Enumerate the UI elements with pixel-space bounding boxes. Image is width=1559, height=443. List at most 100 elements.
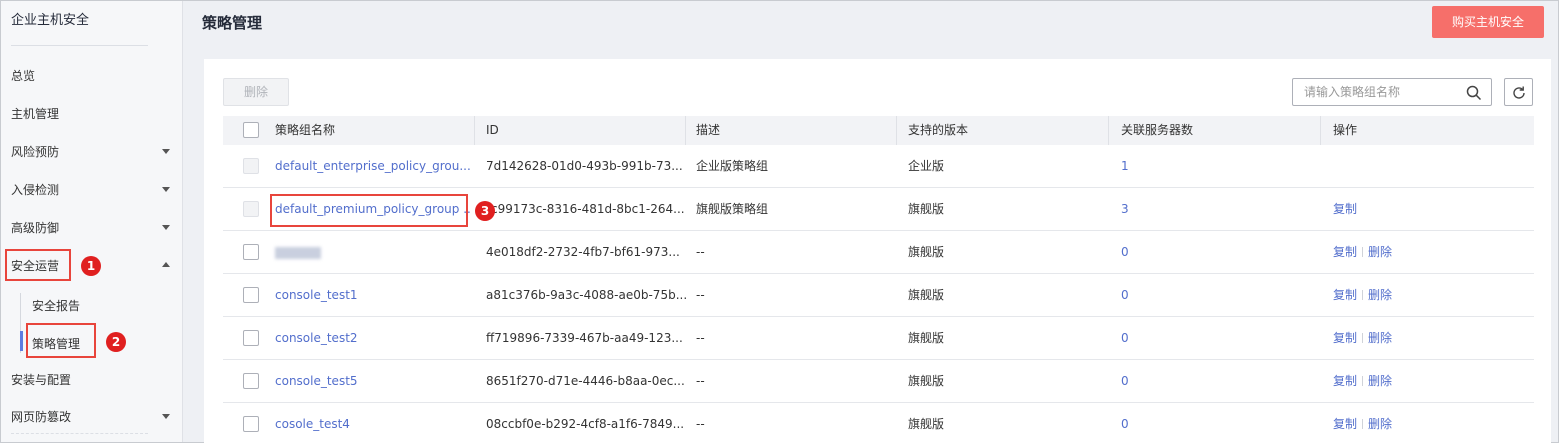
- column-divider: [685, 116, 686, 145]
- policy-id: 8651f270-d71e-4446-b8aa-0ec...: [486, 374, 685, 388]
- sidebar-item-label: 入侵检测: [11, 183, 60, 197]
- policy-id: 4e018df2-2732-4fb7-bf61-973...: [486, 245, 680, 259]
- column-divider: [1320, 116, 1321, 145]
- sidebar-item-label: 网页防篡改: [11, 410, 72, 424]
- server-count-link[interactable]: 0: [1121, 231, 1129, 274]
- sidebar-item-web-tamper-protection[interactable]: 网页防篡改: [11, 406, 176, 428]
- row-actions: 复制 删除: [1333, 274, 1392, 317]
- copy-link[interactable]: 复制: [1333, 331, 1357, 345]
- sidebar-item-advanced-defense[interactable]: 高级防御: [11, 217, 176, 239]
- sidebar-item-label: 总览: [11, 69, 36, 83]
- copy-link[interactable]: 复制: [1333, 288, 1357, 302]
- policy-description: --: [696, 374, 705, 388]
- buy-host-security-button[interactable]: 购买主机安全: [1432, 6, 1544, 38]
- server-count-link[interactable]: 0: [1121, 403, 1129, 443]
- delete-button[interactable]: 删除: [223, 78, 289, 106]
- table-row: default_enterprise_policy_grou... 7d1426…: [223, 145, 1534, 188]
- sidebar-item-host-management[interactable]: 主机管理: [11, 103, 176, 125]
- policy-version: 企业版: [908, 159, 945, 173]
- server-count-link[interactable]: 1: [1121, 145, 1129, 188]
- action-divider: [1362, 290, 1364, 300]
- policy-id: 7d142628-01d0-493b-991b-73...: [486, 159, 683, 173]
- sidebar-item-label: 风险预防: [11, 145, 60, 159]
- refresh-icon: [1513, 86, 1525, 99]
- policy-name-link[interactable]: console_test2: [275, 317, 470, 360]
- chevron-down-icon: [162, 225, 170, 230]
- sidebar-divider: [11, 433, 148, 434]
- table-row: console_test2 ff719896-7339-467b-aa49-12…: [223, 317, 1534, 360]
- table-row: cosole_test4 08ccbf0e-b292-4cf8-a1f6-784…: [223, 403, 1534, 443]
- row-checkbox[interactable]: [243, 287, 259, 303]
- policy-name-link[interactable]: console_test5: [275, 360, 470, 403]
- copy-link[interactable]: 复制: [1333, 417, 1357, 431]
- policy-version: 旗舰版: [908, 374, 945, 388]
- copy-link[interactable]: 复制: [1333, 374, 1357, 388]
- delete-link[interactable]: 删除: [1368, 245, 1392, 259]
- sidebar-item-overview[interactable]: 总览: [11, 65, 176, 87]
- select-all-checkbox[interactable]: [243, 122, 259, 138]
- server-count-link[interactable]: 0: [1121, 317, 1129, 360]
- server-count-link[interactable]: 3: [1121, 188, 1129, 231]
- policy-version: 旗舰版: [908, 288, 945, 302]
- delete-link[interactable]: 删除: [1368, 288, 1392, 302]
- sidebar-divider: [11, 45, 148, 46]
- action-divider: [1362, 419, 1364, 429]
- copy-link[interactable]: 复制: [1333, 202, 1357, 216]
- table-row: console_test1 a81c376b-9a3c-4088-ae0b-75…: [223, 274, 1534, 317]
- column-header: 支持的版本: [908, 123, 969, 137]
- sidebar: 企业主机安全 总览 主机管理 风险预防 入侵检测 高级防御 安全运营 安全报告 …: [1, 1, 183, 442]
- sidebar-item-label: 安装与配置: [11, 373, 72, 387]
- row-actions: 复制 删除: [1333, 403, 1392, 443]
- sidebar-item-intrusion-detection[interactable]: 入侵检测: [11, 179, 176, 201]
- policy-name-link[interactable]: cosole_test4: [275, 403, 470, 443]
- row-checkbox[interactable]: [243, 244, 259, 260]
- search-icon[interactable]: [1466, 85, 1482, 101]
- content-panel: 删除 策略组名称 ID 描述 支持的版本 关联服务器数 操作: [204, 59, 1551, 443]
- row-actions: 复制: [1333, 188, 1357, 231]
- copy-link[interactable]: 复制: [1333, 245, 1357, 259]
- delete-link[interactable]: 删除: [1368, 331, 1392, 345]
- column-divider: [474, 116, 475, 145]
- sidebar-item-label: 高级防御: [11, 221, 60, 235]
- column-divider: [896, 116, 897, 145]
- sidebar-subitem-security-report[interactable]: 安全报告: [32, 297, 80, 314]
- table-row: console_test5 8651f270-d71e-4446-b8aa-0e…: [223, 360, 1534, 403]
- server-count-link[interactable]: 0: [1121, 274, 1129, 317]
- policy-name-link[interactable]: console_test1: [275, 274, 470, 317]
- row-checkbox[interactable]: [243, 330, 259, 346]
- highlight-box: [270, 194, 468, 227]
- policy-description: 旗舰版策略组: [696, 202, 769, 216]
- column-header: 操作: [1333, 123, 1358, 137]
- policy-id: 08ccbf0e-b292-4cf8-a1f6-7849...: [486, 417, 685, 431]
- policy-version: 旗舰版: [908, 331, 945, 345]
- step-badge: 1: [81, 256, 101, 276]
- policy-name-link[interactable]: default_enterprise_policy_grou...: [275, 145, 470, 188]
- chevron-up-icon: [162, 262, 170, 267]
- sidebar-item-install-config[interactable]: 安装与配置: [11, 369, 176, 391]
- search-input[interactable]: [1294, 80, 1462, 104]
- column-divider: [1108, 116, 1109, 145]
- row-checkbox[interactable]: [243, 416, 259, 432]
- row-checkbox[interactable]: [243, 201, 259, 217]
- delete-link[interactable]: 删除: [1368, 417, 1392, 431]
- policy-id: c99173c-8316-481d-8bc1-264...: [491, 202, 685, 216]
- refresh-button[interactable]: [1504, 78, 1533, 106]
- action-divider: [1362, 247, 1364, 257]
- delete-link[interactable]: 删除: [1368, 374, 1392, 388]
- column-header: 关联服务器数: [1121, 123, 1194, 137]
- chevron-down-icon: [162, 149, 170, 154]
- chevron-down-icon: [162, 414, 170, 419]
- table-row: 4e018df2-2732-4fb7-bf61-973... -- 旗舰版 0 …: [223, 231, 1534, 274]
- server-count-link[interactable]: 0: [1121, 360, 1129, 403]
- sidebar-title: 企业主机安全: [11, 13, 90, 28]
- policy-description: --: [696, 417, 705, 431]
- step-badge: 3: [475, 201, 495, 221]
- row-checkbox[interactable]: [243, 158, 259, 174]
- row-checkbox[interactable]: [243, 373, 259, 389]
- policy-description: --: [696, 331, 705, 345]
- sidebar-item-risk-prevention[interactable]: 风险预防: [11, 141, 176, 163]
- policy-id: ff719896-7339-467b-aa49-123...: [486, 331, 683, 345]
- policy-version: 旗舰版: [908, 417, 945, 431]
- highlight-box: [26, 323, 96, 358]
- redacted-policy-name[interactable]: [275, 247, 321, 259]
